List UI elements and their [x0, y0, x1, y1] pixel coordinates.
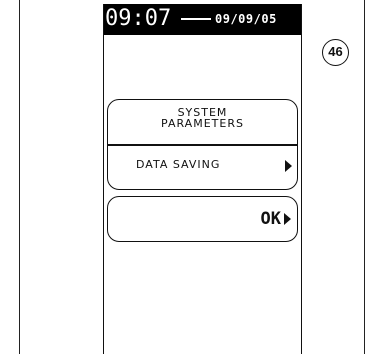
- status-time: 09:07: [105, 6, 172, 31]
- menu-header-line2: PARAMETERS: [161, 117, 244, 130]
- menu-item-data-saving[interactable]: DATA SAVING: [108, 156, 297, 176]
- system-parameters-menu: SYSTEM PARAMETERS DATA SAVING: [107, 99, 298, 190]
- right-triangle-icon: [285, 160, 292, 172]
- ok-button[interactable]: OK: [107, 196, 298, 242]
- status-bar: 09:07 09/09/05: [104, 4, 301, 34]
- menu-item-label: DATA SAVING: [136, 158, 221, 171]
- manual-page: 09:07 09/09/05 SYSTEM PARAMETERS DATA SA…: [0, 0, 388, 354]
- menu-header: SYSTEM PARAMETERS: [108, 107, 297, 129]
- right-triangle-icon: [284, 213, 291, 225]
- ok-label: OK: [260, 209, 281, 229]
- status-separator: [181, 18, 211, 20]
- device-screen: 09:07 09/09/05 SYSTEM PARAMETERS DATA SA…: [103, 4, 302, 354]
- status-date: 09/09/05: [215, 12, 277, 26]
- reference-number-badge: 46: [322, 39, 349, 66]
- menu-divider: [108, 144, 297, 146]
- status-bar-underline: [104, 34, 301, 35]
